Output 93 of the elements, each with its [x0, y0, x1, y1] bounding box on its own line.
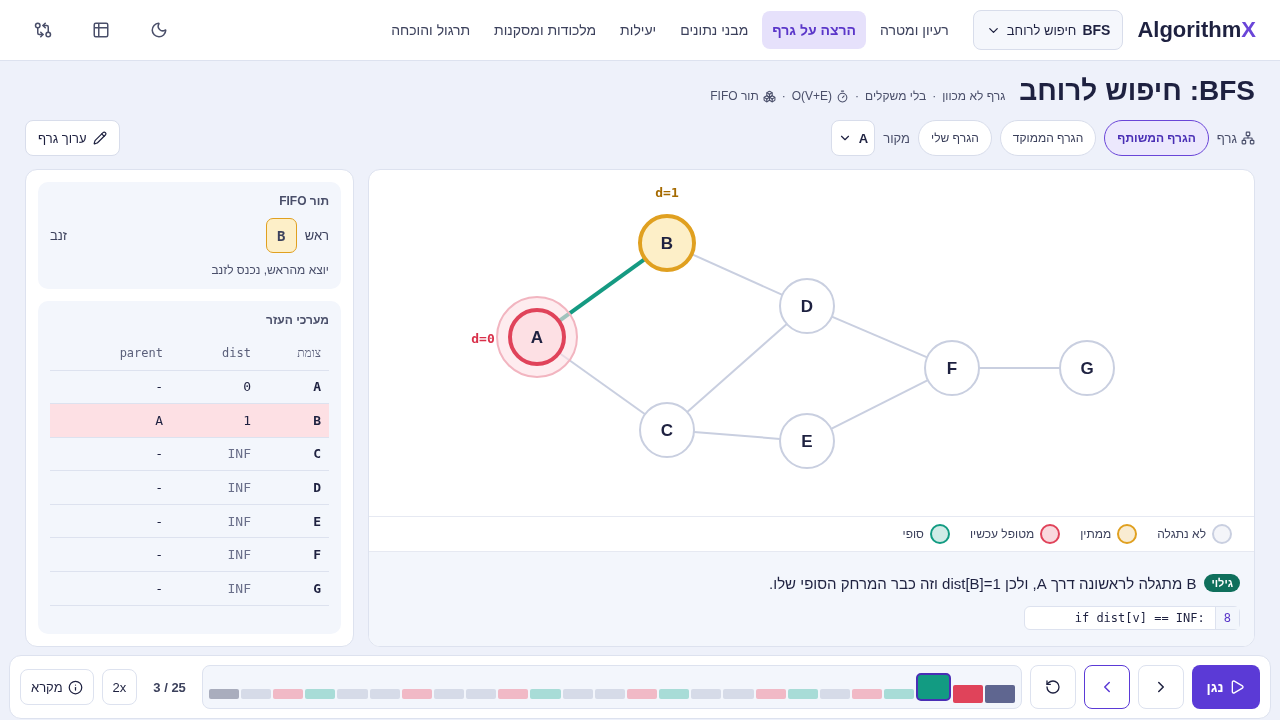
meta-text: תור FIFO — [710, 89, 759, 103]
distance-label: d=1 — [655, 185, 679, 200]
timeline-step[interactable] — [952, 685, 983, 703]
info-icon — [67, 679, 83, 695]
next-step-button[interactable] — [1084, 665, 1130, 709]
app-logo[interactable]: AlgorithmX — [1137, 17, 1256, 43]
table-cell: C — [259, 437, 329, 471]
queue-note: יוצא מהראש, נכנס לזנב — [210, 263, 329, 277]
graph-option[interactable]: הגרף שלי — [918, 120, 992, 156]
timer-icon — [836, 89, 850, 103]
timeline-step[interactable] — [984, 685, 1015, 703]
legend-label: לא נתגלה — [1157, 527, 1206, 541]
line-number: 8 — [1214, 607, 1239, 629]
nav-tab[interactable]: הרצה על גרף — [762, 11, 867, 49]
graph-option[interactable]: הגרף הממוקד — [999, 120, 1097, 156]
table-cell: - — [50, 370, 171, 404]
graph-node[interactable] — [779, 413, 835, 469]
legend-label: סופי — [902, 527, 924, 541]
column-header: צומת — [259, 337, 329, 370]
source-label: מקור — [883, 130, 911, 146]
table-cell: 0 — [171, 370, 259, 404]
table-cell: - — [50, 437, 171, 471]
table-cell: F — [259, 537, 329, 572]
graph-node[interactable] — [638, 214, 696, 272]
queue-item: B — [265, 218, 297, 253]
node-label: E — [801, 432, 813, 451]
graph-node[interactable] — [1059, 340, 1115, 396]
step-badge: גילוי — [1204, 574, 1240, 592]
graph-icon — [1241, 131, 1255, 145]
node-label: G — [1080, 359, 1094, 378]
play-icon — [1229, 679, 1246, 695]
distance-label: d=0 — [471, 331, 495, 346]
nav-tab[interactable]: מלכודות ומסקנות — [484, 11, 607, 49]
graph-option[interactable]: הגרף המשותף — [1104, 120, 1209, 156]
meta-text: גרף לא מכוון — [942, 89, 1006, 103]
node-label: D — [800, 297, 814, 316]
queue-tail-label: זנב — [50, 228, 68, 243]
node-label: A — [530, 328, 544, 347]
code-text: if dist[v] == INF: — [1073, 611, 1206, 625]
step-position: 3 / 25 — [152, 679, 187, 695]
table-cell: D — [259, 470, 329, 505]
table-cell: INF — [171, 537, 259, 572]
table-cell: - — [50, 537, 171, 572]
table-cell: INF — [171, 571, 259, 606]
pencil-icon — [92, 131, 107, 145]
graph-node[interactable] — [779, 278, 835, 334]
table-cell: 1 — [171, 403, 259, 438]
graph-label: גרף — [1216, 130, 1237, 146]
separator: · — [855, 89, 860, 103]
play-button[interactable]: נגן — [1192, 665, 1260, 709]
previous-step-button[interactable] — [1138, 665, 1184, 709]
card-title: מערכי העזר — [265, 313, 329, 327]
column-header: dist — [171, 337, 259, 370]
nav-tab[interactable]: רעיון ומטרה — [870, 11, 959, 49]
queue-icon — [762, 89, 776, 103]
table-cell: INF — [171, 470, 259, 505]
table-cell: INF — [171, 504, 259, 538]
node-label: B — [660, 234, 674, 253]
table-cell: B — [259, 403, 329, 438]
nav-tab[interactable]: מבני נתונים — [670, 11, 759, 49]
table-cell: E — [259, 504, 329, 538]
node-label: C — [660, 421, 674, 440]
nav-tab[interactable]: יעילות — [610, 11, 667, 49]
queue-head-label: ראש — [304, 228, 329, 243]
table-cell: - — [50, 571, 171, 606]
separator: · — [932, 89, 937, 103]
nav-tab[interactable]: תרגול והוכחה — [381, 11, 481, 49]
graph-node[interactable] — [924, 340, 980, 396]
column-header: parent — [50, 337, 171, 370]
table-cell: A — [50, 403, 171, 438]
meta-text: בלי משקלים — [865, 89, 927, 103]
meta-text: O(V+E) — [791, 89, 833, 103]
graph-node[interactable] — [496, 296, 578, 378]
timeline-step[interactable] — [916, 673, 951, 701]
speed-button[interactable]: 2x — [101, 669, 138, 705]
legend-button[interactable]: מקרא — [20, 669, 94, 705]
table-cell: A — [259, 370, 329, 404]
legend-label: מטופל עכשיו — [970, 527, 1035, 541]
table-cell: INF — [171, 437, 259, 471]
table-cell: G — [259, 571, 329, 606]
legend-label: ממתין — [1080, 527, 1112, 541]
step-explanation: B מתגלה לראשונה דרך A, ולכן dist[B]=1 וזה כבר המרחק הסופי שלו. — [769, 574, 1197, 592]
reset-icon — [1045, 679, 1061, 695]
reset-button[interactable] — [1030, 665, 1076, 709]
table-cell: - — [50, 504, 171, 538]
table-cell: - — [50, 470, 171, 505]
graph-node[interactable] — [639, 402, 695, 458]
source-select[interactable]: A — [831, 120, 876, 156]
page-title: BFS: חיפוש לרוחב — [1019, 75, 1255, 107]
separator: · — [781, 89, 786, 103]
edit-graph-button[interactable]: ערוך גרף — [25, 120, 120, 156]
node-label: F — [946, 359, 958, 378]
card-title: תור FIFO — [278, 194, 329, 208]
